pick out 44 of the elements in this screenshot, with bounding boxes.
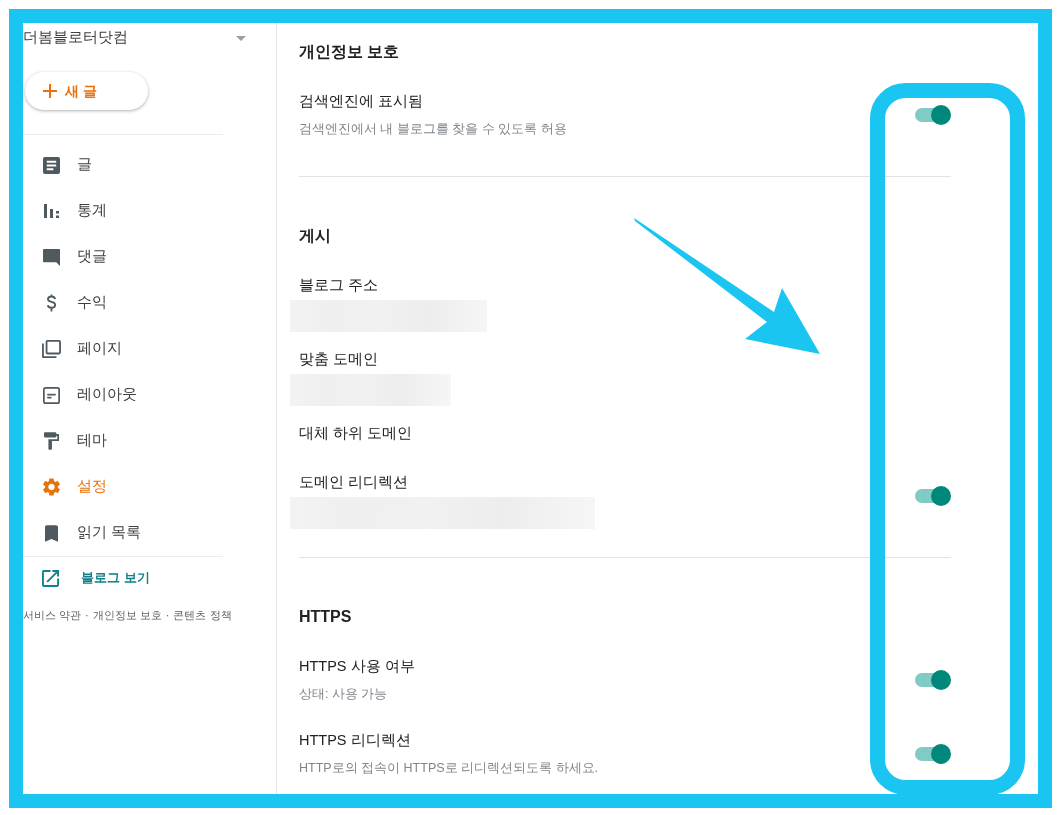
footer-link[interactable]: 콘텐츠 정책: [173, 607, 232, 623]
view-blog-link[interactable]: 블로그 보기: [23, 557, 150, 599]
comment-icon: [42, 248, 60, 266]
layout-icon: [42, 386, 60, 404]
pages-icon: [41, 340, 61, 358]
toggle-switch[interactable]: [915, 486, 951, 506]
nav-item[interactable]: 읽기 목록: [23, 510, 142, 556]
setting-description: 검색엔진에서 내 블로그를 찾을 수 있도록 허용: [299, 121, 567, 138]
setting-title: 블로그 주소: [299, 276, 379, 295]
external-link-icon: [42, 569, 59, 587]
link-separator: ·: [165, 608, 170, 623]
setting-title: 대체 하위 도메인: [299, 424, 413, 443]
nav-item[interactable]: 통계: [23, 188, 107, 234]
nav-item[interactable]: 레이아웃: [23, 372, 137, 418]
caret-icon: [236, 35, 246, 41]
nav-item[interactable]: 댓글: [23, 234, 107, 280]
link-separator: ·: [85, 608, 89, 623]
dollar-icon: [45, 294, 57, 312]
nav-item[interactable]: 글: [23, 142, 92, 188]
section-heading: 게시: [299, 226, 331, 246]
nav-item[interactable]: 페이지: [23, 326, 122, 372]
paint-roller-icon: [43, 432, 59, 450]
footer-link[interactable]: 개인정보 보호: [92, 607, 162, 623]
section-heading: HTTPS: [299, 607, 352, 627]
setting-title: HTTPS 사용 여부: [299, 657, 415, 676]
nav-item[interactable]: 테마: [23, 418, 107, 464]
nav-item[interactable]: 수익: [23, 280, 107, 326]
document-icon: [42, 156, 60, 174]
setting-description: 상태: 사용 가능: [299, 686, 388, 703]
setting-description: HTTP로의 접속이 HTTPS로 리디렉션되도록 하세요.: [299, 760, 598, 777]
plus-icon: [43, 84, 57, 98]
bar-chart-icon: [43, 204, 59, 218]
toggle-switch[interactable]: [915, 670, 951, 690]
footer-link[interactable]: 서비스 약관: [23, 607, 82, 623]
toggle-switch[interactable]: [915, 744, 951, 764]
setting-title: 맞춤 도메인: [299, 350, 379, 369]
setting-title: 도메인 리디렉션: [299, 473, 409, 492]
setting-title: HTTPS 리디렉션: [299, 731, 411, 750]
bookmark-icon: [44, 524, 58, 542]
toggle-switch[interactable]: [915, 105, 951, 125]
setting-title: 검색엔진에 표시됨: [299, 92, 424, 111]
gear-icon: [42, 478, 60, 496]
blog-selector[interactable]: 더봄블로터닷컴: [23, 23, 247, 53]
section-heading: 개인정보 보호: [299, 42, 400, 62]
